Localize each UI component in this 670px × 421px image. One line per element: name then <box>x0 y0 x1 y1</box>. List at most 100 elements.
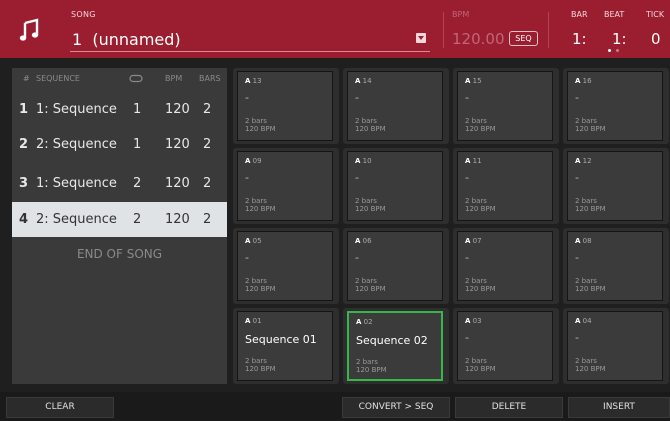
bpm-value[interactable]: 120.00 <box>452 30 505 48</box>
row-sequence-name: 2: Sequence 02 <box>36 212 121 227</box>
seq-badge: SEQ <box>509 31 538 46</box>
pad-a14[interactable]: A 14 - 2 bars 120 BPM <box>347 71 443 141</box>
pad-a02[interactable]: A 02 Sequence 02 2 bars 120 BPM <box>347 311 443 381</box>
pad-a16[interactable]: A 16 - 2 bars 120 BPM <box>567 71 663 141</box>
tick-value[interactable]: 0 <box>651 30 661 48</box>
pad-cell: A 05 - 2 bars 120 BPM <box>233 228 339 304</box>
pad-cell: A 03 - 2 bars 120 BPM <box>453 308 559 384</box>
pad-info: 2 bars 120 BPM <box>245 277 276 293</box>
loop-icon <box>129 74 143 83</box>
pad-id: A 09 <box>245 157 262 165</box>
pad-info: 2 bars 120 BPM <box>355 277 386 293</box>
beat-value[interactable]: 1: <box>612 30 627 48</box>
row-bpm: 120 <box>165 176 190 191</box>
pad-info: 2 bars 120 BPM <box>355 197 386 213</box>
pad-id: A 10 <box>355 157 372 165</box>
pad-a08[interactable]: A 08 - 2 bars 120 BPM <box>567 231 663 301</box>
pad-cell: A 16 - 2 bars 120 BPM <box>563 68 669 144</box>
pad-a05[interactable]: A 05 - 2 bars 120 BPM <box>237 231 333 301</box>
pad-sequence-name: - <box>245 251 249 264</box>
row-sequence-name: 1: Sequence 01 <box>36 176 121 191</box>
pad-sequence-name: - <box>575 251 579 264</box>
header-divider <box>443 12 444 48</box>
pad-cell: A 09 - 2 bars 120 BPM <box>233 148 339 224</box>
row-loop[interactable]: 2 <box>133 176 141 191</box>
pad-a10[interactable]: A 10 - 2 bars 120 BPM <box>347 151 443 221</box>
sequence-row-3[interactable]: 3 1: Sequence 01 2 120 2 <box>12 166 227 201</box>
pad-sequence-name: - <box>245 91 249 104</box>
pad-sequence-name: Sequence 01 <box>245 333 317 346</box>
pad-cell: A 14 - 2 bars 120 BPM <box>343 68 449 144</box>
pad-a09[interactable]: A 09 - 2 bars 120 BPM <box>237 151 333 221</box>
pad-sequence-name: - <box>355 91 359 104</box>
pad-sequence-name: - <box>245 171 249 184</box>
sequence-row-1[interactable]: 1 1: Sequence 01 1 120 2 <box>12 92 227 127</box>
convert-to-seq-button[interactable]: CONVERT > SEQ <box>342 397 450 418</box>
song-underline <box>70 51 430 52</box>
row-bars: 2 <box>203 102 212 117</box>
col-bpm-header: BPM <box>165 74 183 83</box>
pad-sequence-name: - <box>355 171 359 184</box>
row-number: 4 <box>19 212 29 227</box>
row-number: 1 <box>19 102 29 117</box>
pad-a03[interactable]: A 03 - 2 bars 120 BPM <box>457 311 553 381</box>
position-dot-active <box>608 49 611 52</box>
pad-id: A 02 <box>356 318 373 326</box>
pad-a12[interactable]: A 12 - 2 bars 120 BPM <box>567 151 663 221</box>
pad-cell: A 15 - 2 bars 120 BPM <box>453 68 559 144</box>
tick-label: TICK <box>646 10 665 19</box>
pad-sequence-name: - <box>465 251 469 264</box>
dropdown-arrow-icon[interactable] <box>416 33 426 43</box>
pad-cell: A 11 - 2 bars 120 BPM <box>453 148 559 224</box>
pad-id: A 04 <box>575 317 592 325</box>
pad-cell: A 08 - 2 bars 120 BPM <box>563 228 669 304</box>
sequence-row-4[interactable]: 4 2: Sequence 02 2 120 2 <box>12 202 227 237</box>
pad-a07[interactable]: A 07 - 2 bars 120 BPM <box>457 231 553 301</box>
pad-sequence-name: - <box>575 91 579 104</box>
delete-button[interactable]: DELETE <box>455 397 563 418</box>
row-loop[interactable]: 2 <box>133 212 141 227</box>
row-loop[interactable]: 1 <box>133 137 141 152</box>
pad-a04[interactable]: A 04 - 2 bars 120 BPM <box>567 311 663 381</box>
pad-info: 2 bars 120 BPM <box>575 357 606 373</box>
row-loop[interactable]: 1 <box>133 102 141 117</box>
pad-sequence-name: - <box>465 331 469 344</box>
sequence-row-2[interactable]: 2 2: Sequence 02 1 120 2 <box>12 127 227 162</box>
pad-a11[interactable]: A 11 - 2 bars 120 BPM <box>457 151 553 221</box>
header-bar: SONG 1 (unnamed) BPM 120.00 SEQ BAR BEAT… <box>0 0 670 58</box>
pad-a15[interactable]: A 15 - 2 bars 120 BPM <box>457 71 553 141</box>
pad-id: A 16 <box>575 77 592 85</box>
pad-id: A 05 <box>245 237 262 245</box>
pad-sequence-name: - <box>465 171 469 184</box>
pad-cell: A 07 - 2 bars 120 BPM <box>453 228 559 304</box>
pad-a13[interactable]: A 13 - 2 bars 120 BPM <box>237 71 333 141</box>
pad-id: A 13 <box>245 77 262 85</box>
pad-info: 2 bars 120 BPM <box>575 117 606 133</box>
col-bars-header: BARS <box>199 74 221 83</box>
bpm-label: BPM <box>452 10 470 19</box>
sequence-list-panel: # SEQUENCE BPM BARS 1 1: Sequence 01 1 1… <box>12 68 227 384</box>
list-header: # SEQUENCE BPM BARS <box>12 68 227 88</box>
bar-label: BAR <box>571 10 588 19</box>
pad-info: 2 bars 120 BPM <box>245 357 276 373</box>
pad-sequence-name: Sequence 02 <box>356 334 428 347</box>
pad-id: A 06 <box>355 237 372 245</box>
pad-info: 2 bars 120 BPM <box>355 117 386 133</box>
pad-cell: A 02 Sequence 02 2 bars 120 BPM <box>343 308 449 384</box>
pad-id: A 12 <box>575 157 592 165</box>
pad-cell: A 12 - 2 bars 120 BPM <box>563 148 669 224</box>
row-number: 2 <box>19 137 29 152</box>
row-bpm: 120 <box>165 137 190 152</box>
end-of-song-label: END OF SONG <box>76 247 163 261</box>
insert-button[interactable]: INSERT <box>568 397 670 418</box>
music-note-icon[interactable] <box>14 14 46 46</box>
pad-a06[interactable]: A 06 - 2 bars 120 BPM <box>347 231 443 301</box>
row-bars: 2 <box>203 176 212 191</box>
pad-sequence-name: - <box>575 171 579 184</box>
pad-info: 2 bars 120 BPM <box>356 358 387 374</box>
pad-info: 2 bars 120 BPM <box>575 277 606 293</box>
pad-a01[interactable]: A 01 Sequence 01 2 bars 120 BPM <box>237 311 333 381</box>
bar-value[interactable]: 1: <box>572 30 587 48</box>
song-selector[interactable]: 1 (unnamed) <box>72 30 181 49</box>
clear-button[interactable]: CLEAR <box>6 397 114 418</box>
